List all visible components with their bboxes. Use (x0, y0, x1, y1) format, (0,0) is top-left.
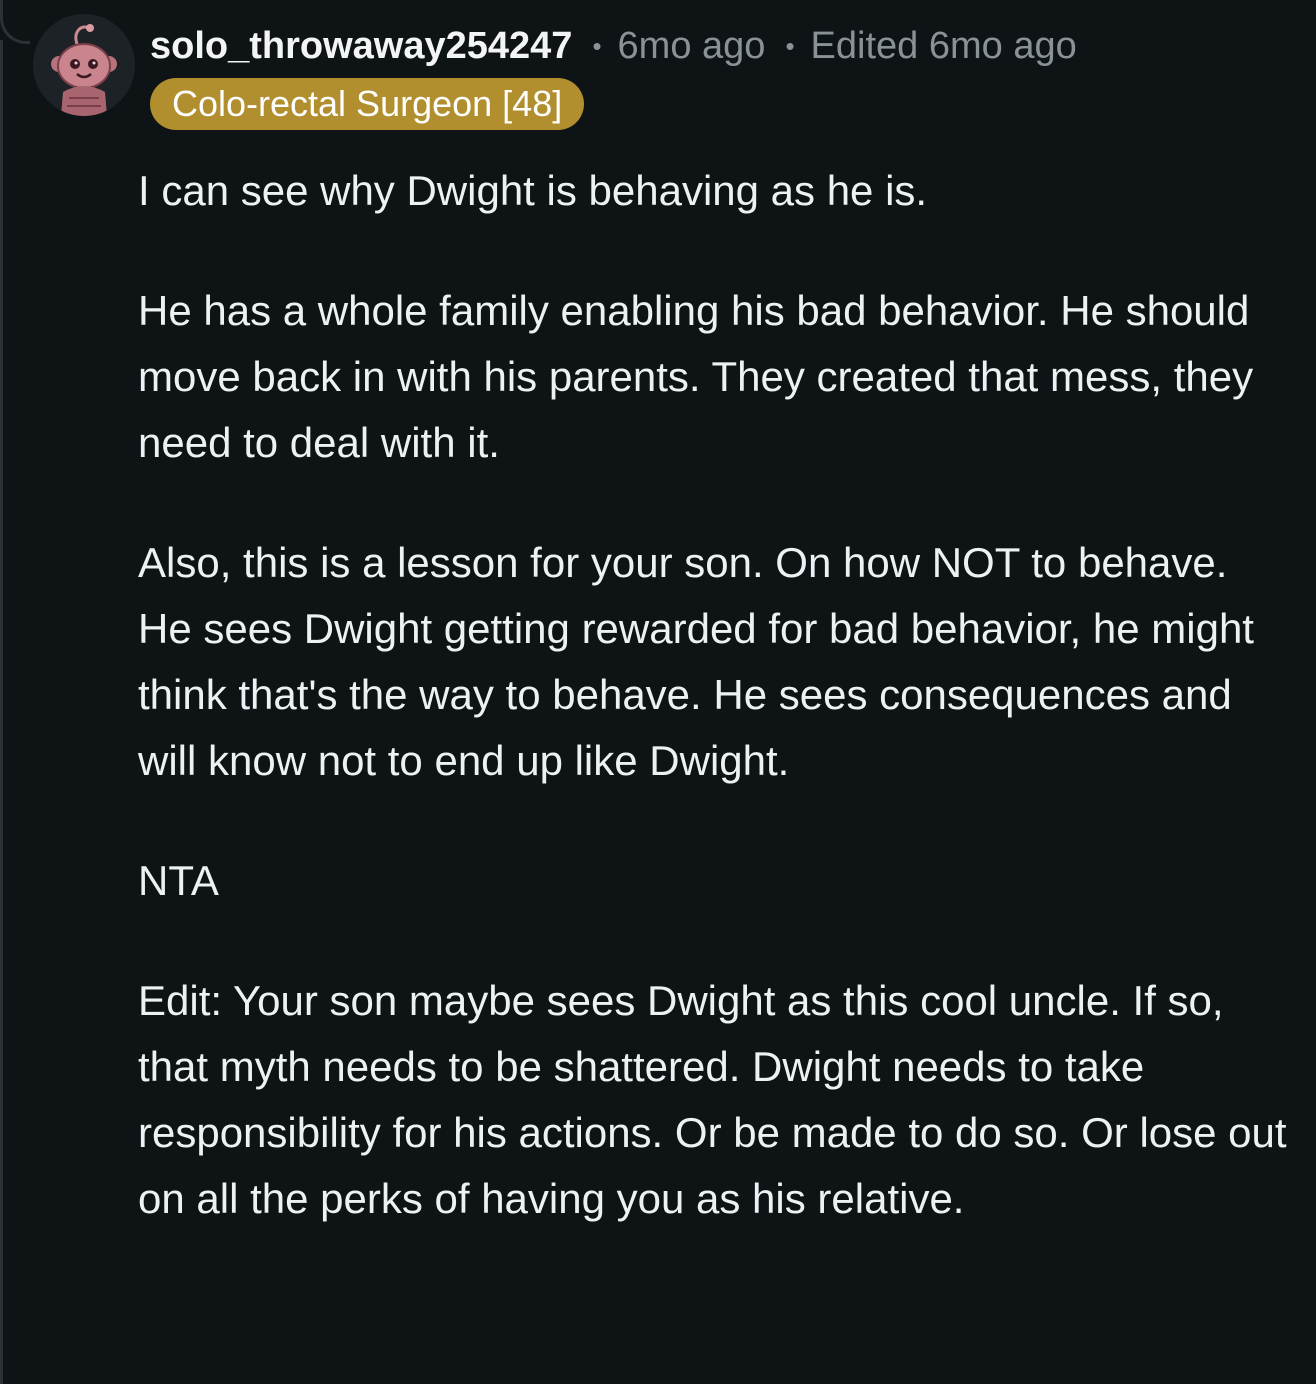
comment-body: I can see why Dwight is behaving as he i… (138, 158, 1288, 1232)
comment-meta: solo_throwaway254247 • 6mo ago • Edited … (150, 22, 1077, 70)
edited-time: Edited 6mo ago (810, 24, 1077, 67)
separator-dot: • (785, 30, 795, 61)
comment-paragraph: I can see why Dwight is behaving as he i… (138, 167, 928, 214)
posted-time[interactable]: 6mo ago (618, 25, 766, 68)
pink-snoo-avatar-icon (33, 14, 135, 116)
comment-paragraph: He has a whole family enabling his bad b… (138, 287, 1254, 466)
comment-paragraph: Also, this is a lesson for your son. On … (138, 539, 1254, 784)
comment-paragraph: NTA (138, 857, 219, 904)
comment-paragraph: Edit: Your son maybe sees Dwight as this… (138, 977, 1287, 1222)
user-avatar-icon[interactable] (33, 14, 135, 116)
separator-dot: • (592, 30, 602, 61)
thread-connector (0, 0, 30, 44)
username-link[interactable]: solo_throwaway254247 (150, 25, 572, 68)
user-flair-badge: Colo-rectal Surgeon [48] (150, 78, 585, 130)
thread-line[interactable] (0, 40, 3, 1384)
